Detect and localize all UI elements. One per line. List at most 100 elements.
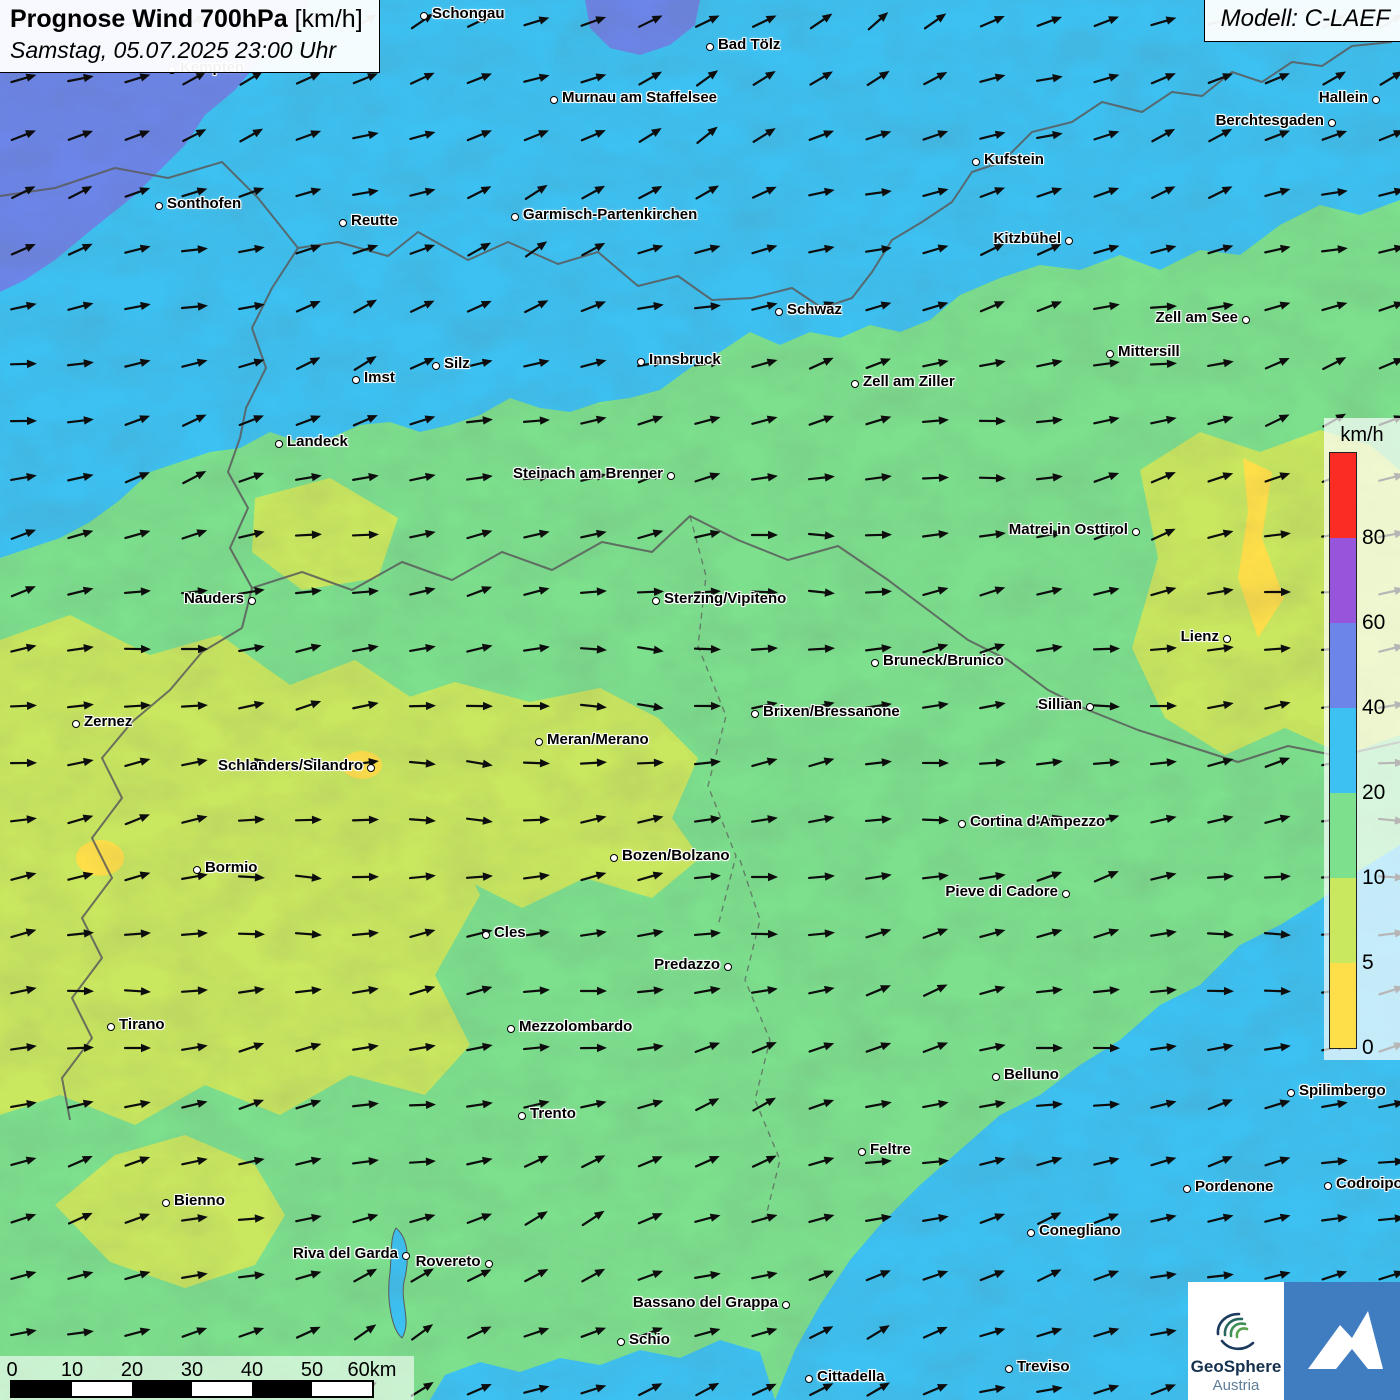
city-label: Tirano: [119, 1016, 165, 1033]
legend-segment-purple: [1330, 538, 1356, 623]
city-label: Mezzolombardo: [519, 1018, 632, 1035]
city-zernez: Zernez: [72, 720, 80, 728]
scalebar-label: 20: [121, 1359, 143, 1382]
city-label: Bormio: [205, 859, 258, 876]
city-codroipo: Codroipo: [1324, 1182, 1332, 1190]
city-marker-icon: [72, 720, 80, 728]
city-label: Cortina d'Ampezzo: [970, 813, 1105, 830]
city-bormio: Bormio: [193, 866, 201, 874]
scalebar-segment: [192, 1382, 252, 1396]
city-steinach-am-brenner: Steinach am Brenner: [667, 472, 675, 480]
city-trento: Trento: [518, 1112, 526, 1120]
city-marker-icon: [858, 1148, 866, 1156]
city-cles: Cles: [482, 931, 490, 939]
city-marker-icon: [248, 597, 256, 605]
city-bruneck-brunico: Bruneck/Brunico: [871, 659, 879, 667]
map-title: Prognose Wind 700hPa: [10, 5, 288, 33]
city-silz: Silz: [432, 362, 440, 370]
city-marker-icon: [1065, 237, 1073, 245]
city-label: Landeck: [287, 433, 348, 450]
city-label: Rovereto: [416, 1253, 481, 1270]
model-box: Modell: C-LAEF: [1204, 0, 1400, 42]
city-label: Spilimbergo: [1299, 1082, 1386, 1099]
legend-tick: 0: [1362, 1036, 1374, 1060]
city-hallein: Hallein: [1372, 96, 1380, 104]
city-bassano-del-grappa: Bassano del Grappa: [782, 1301, 790, 1309]
city-label: Predazzo: [654, 956, 720, 973]
city-marker-icon: [775, 308, 783, 316]
city-label: Brixen/Bressanone: [763, 703, 900, 720]
city-label: Belluno: [1004, 1066, 1059, 1083]
city-feltre: Feltre: [858, 1148, 866, 1156]
city-label: Schlanders/Silandro: [218, 757, 363, 774]
legend-tick: 5: [1362, 951, 1374, 975]
scalebar-segment: [132, 1382, 192, 1396]
scalebar-label: 30: [181, 1359, 203, 1382]
city-marker-icon: [420, 12, 428, 20]
city-marker-icon: [193, 866, 201, 874]
legend: km/h 806040201050: [1324, 418, 1400, 1060]
legend-segment-lime: [1330, 878, 1356, 963]
city-imst: Imst: [352, 376, 360, 384]
city-brixen-bressanone: Brixen/Bressanone: [751, 710, 759, 718]
city-marker-icon: [1372, 96, 1380, 104]
title-box: Prognose Wind 700hPa [km/h] Samstag, 05.…: [0, 0, 380, 73]
scalebar-labels: 0102030405060km: [0, 1359, 414, 1381]
city-landeck: Landeck: [275, 440, 283, 448]
map-title-unit: [km/h]: [295, 5, 363, 33]
city-label: Treviso: [1017, 1358, 1070, 1375]
city-rovereto: Rovereto: [485, 1260, 493, 1268]
legend-ticks: 806040201050: [1356, 453, 1400, 1048]
city-sonthofen: Sonthofen: [155, 202, 163, 210]
city-label: Nauders: [184, 590, 244, 607]
city-label: Silz: [444, 355, 470, 372]
city-marker-icon: [1223, 635, 1231, 643]
legend-segment-cyan: [1330, 708, 1356, 793]
city-marker-icon: [706, 43, 714, 51]
legend-segment-yellow: [1330, 963, 1356, 1048]
city-marker-icon: [1027, 1229, 1035, 1237]
legend-tick: 20: [1362, 781, 1385, 805]
city-label: Murnau am Staffelsee: [562, 89, 717, 106]
city-marker-icon: [992, 1073, 1000, 1081]
city-marker-icon: [518, 1112, 526, 1120]
city-marker-icon: [1005, 1365, 1013, 1373]
city-marker-icon: [751, 710, 759, 718]
city-kitzb-hel: Kitzbühel: [1065, 237, 1073, 245]
legend-tick: 40: [1362, 696, 1385, 720]
city-label: Zell am See: [1155, 309, 1238, 326]
city-label: Innsbruck: [649, 351, 721, 368]
city-label: Hallein: [1319, 89, 1368, 106]
logo-area: GeoSphere Austria: [1188, 1282, 1400, 1400]
city-cortina-d-ampezzo: Cortina d'Ampezzo: [958, 820, 966, 828]
city-label: Reutte: [351, 212, 398, 229]
scalebar-segment: [312, 1382, 372, 1396]
scalebar-bar: [10, 1380, 374, 1398]
city-pordenone: Pordenone: [1183, 1185, 1191, 1193]
city-schongau: Schongau: [420, 12, 428, 20]
model-label: Modell: C-LAEF: [1221, 5, 1390, 32]
city-berchtesgaden: Berchtesgaden: [1328, 119, 1336, 127]
city-belluno: Belluno: [992, 1073, 1000, 1081]
mountain-logo: [1284, 1282, 1400, 1400]
city-predazzo: Predazzo: [724, 963, 732, 971]
city-marker-icon: [511, 213, 519, 221]
city-kufstein: Kufstein: [972, 158, 980, 166]
city-marker-icon: [617, 1338, 625, 1346]
logo-country: Austria: [1213, 1377, 1260, 1394]
city-label: Cittadella: [817, 1368, 885, 1385]
legend-bar: [1330, 453, 1356, 1048]
legend-segment-blue: [1330, 623, 1356, 708]
city-cittadella: Cittadella: [805, 1375, 813, 1383]
city-marker-icon: [1287, 1089, 1295, 1097]
logo-brand: GeoSphere: [1191, 1357, 1282, 1377]
mountain-icon: [1292, 1291, 1392, 1391]
city-marker-icon: [637, 358, 645, 366]
city-label: Meran/Merano: [547, 731, 649, 748]
scalebar-segment: [12, 1382, 72, 1396]
legend-tick: 80: [1362, 526, 1385, 550]
city-label: Schongau: [432, 5, 505, 22]
city-matrei-in-osttirol: Matrei in Osttirol: [1132, 528, 1140, 536]
city-label: Sonthofen: [167, 195, 241, 212]
scalebar-segment: [252, 1382, 312, 1396]
